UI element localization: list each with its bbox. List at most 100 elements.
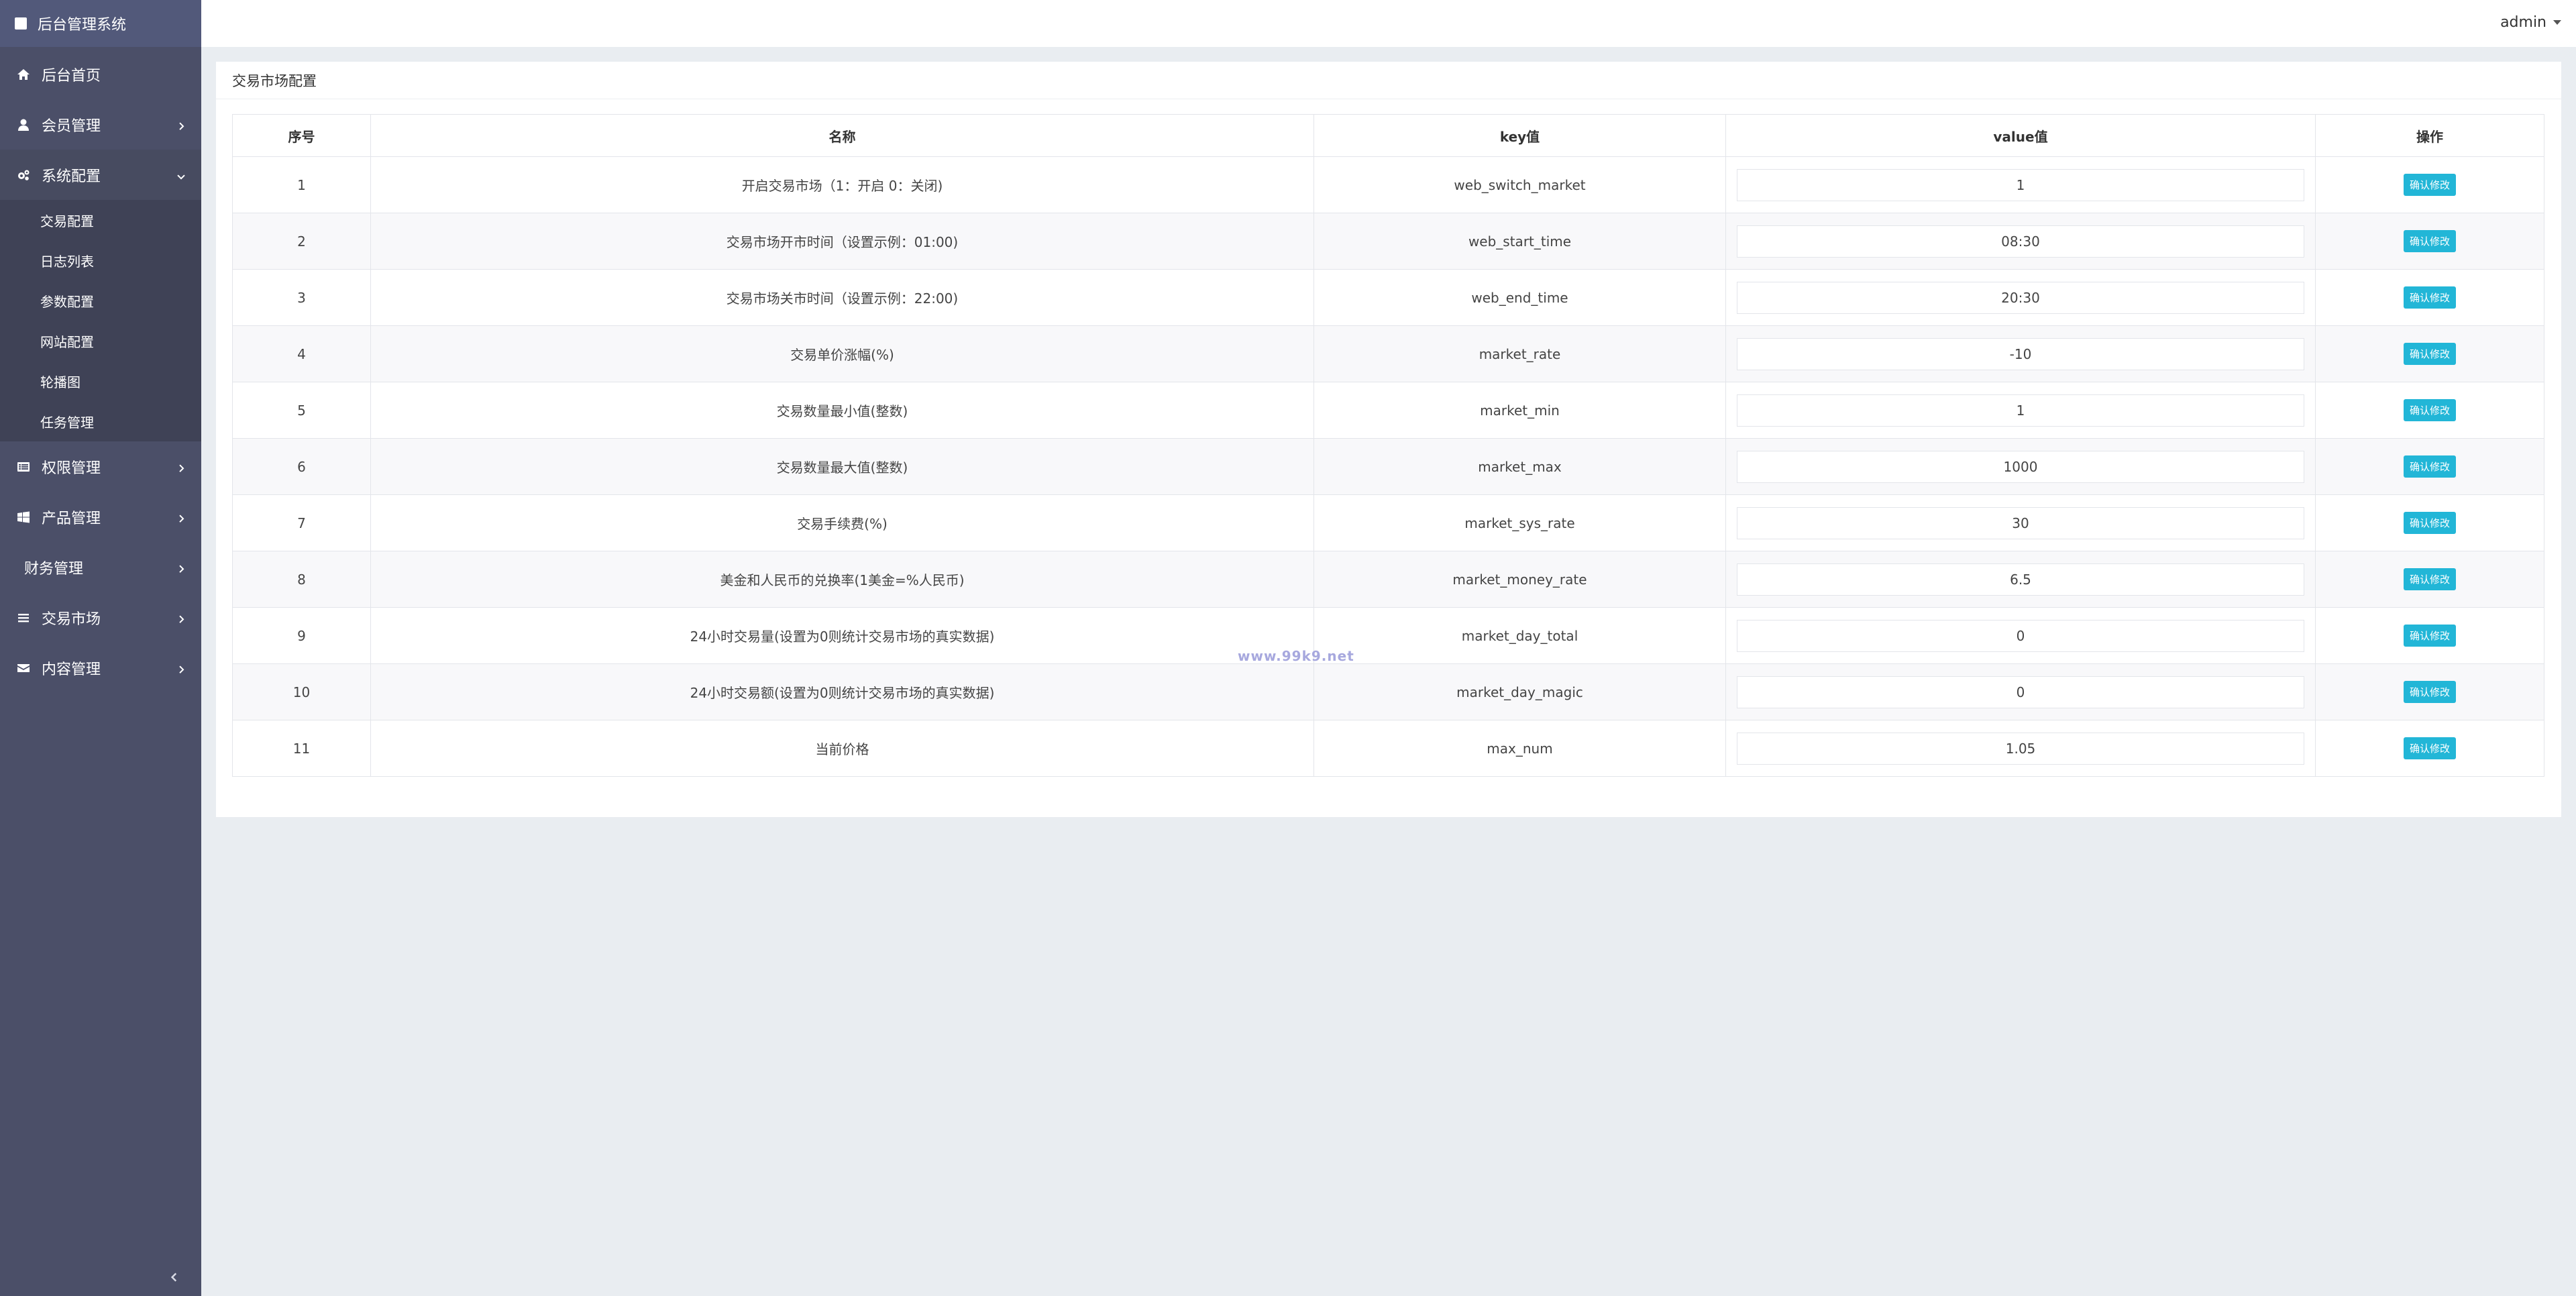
brand[interactable]: 后台管理系统 (0, 0, 201, 47)
submenu-item-log-list[interactable]: 日志列表 (0, 240, 201, 280)
sidebar-item-home[interactable]: 后台首页 (0, 49, 201, 99)
value-input[interactable] (1737, 168, 2304, 201)
cell-key: web_start_time (1313, 213, 1726, 270)
value-input[interactable] (1737, 281, 2304, 314)
confirm-edit-button[interactable]: 确认修改 (2403, 568, 2456, 590)
submenu-system-config: 交易配置 日志列表 参数配置 网站配置 轮播图 任务管理 (0, 200, 201, 441)
sidebar-item-permissions[interactable]: 权限管理 (0, 441, 201, 492)
column-header-value: value值 (1725, 114, 2316, 157)
logo-square-icon (15, 17, 27, 30)
home-icon (16, 67, 31, 82)
cell-no: 10 (232, 663, 371, 720)
cell-action: 确认修改 (2315, 551, 2544, 608)
username: admin (2500, 13, 2546, 31)
confirm-edit-button[interactable]: 确认修改 (2403, 174, 2456, 196)
user-icon (16, 117, 31, 132)
cell-name: 交易单价涨幅(%) (370, 325, 1314, 382)
confirm-edit-button[interactable]: 确认修改 (2403, 230, 2456, 252)
sidebar-item-products[interactable]: 产品管理 (0, 492, 201, 542)
confirm-edit-button[interactable]: 确认修改 (2403, 286, 2456, 309)
confirm-edit-button[interactable]: 确认修改 (2403, 737, 2456, 759)
value-input[interactable] (1737, 506, 2304, 539)
sidebar-item-label: 后台首页 (42, 67, 101, 85)
cell-key: market_day_magic (1313, 663, 1726, 720)
confirm-edit-button[interactable]: 确认修改 (2403, 399, 2456, 421)
cell-action: 确认修改 (2315, 494, 2544, 551)
chevron-right-icon (176, 612, 186, 623)
confirm-edit-button[interactable]: 确认修改 (2403, 455, 2456, 478)
sidebar-item-label: 产品管理 (42, 510, 101, 527)
cell-no: 8 (232, 551, 371, 608)
column-header-no: 序号 (232, 114, 371, 157)
table-row: 6 交易数量最大值(整数) market_max 确认修改 (232, 438, 2544, 495)
user-menu[interactable]: admin (2500, 0, 2561, 44)
table-row: 10 24小时交易额(设置为0则统计交易市场的真实数据) market_day_… (232, 663, 2544, 720)
cell-key: market_min (1313, 382, 1726, 439)
cell-value (1725, 382, 2316, 439)
chevron-right-icon (176, 461, 186, 472)
submenu-item-param-config[interactable]: 参数配置 (0, 280, 201, 321)
topbar: admin (201, 0, 2576, 47)
submenu-item-tasks[interactable]: 任务管理 (0, 401, 201, 441)
submenu-item-carousel[interactable]: 轮播图 (0, 361, 201, 401)
sidebar-item-label: 会员管理 (42, 117, 101, 135)
table-header-row: 序号 名称 key值 value值 操作 (232, 114, 2544, 157)
submenu-item-trade-config[interactable]: 交易配置 (0, 200, 201, 240)
cell-name: 24小时交易额(设置为0则统计交易市场的真实数据) (370, 663, 1314, 720)
value-input[interactable] (1737, 450, 2304, 483)
cell-no: 9 (232, 607, 371, 664)
table-row: 4 交易单价涨幅(%) market_rate 确认修改 (232, 325, 2544, 382)
cell-key: market_max (1313, 438, 1726, 495)
sidebar-item-content[interactable]: 内容管理 (0, 643, 201, 693)
confirm-edit-button[interactable]: 确认修改 (2403, 681, 2456, 703)
sidebar-item-label: 内容管理 (42, 661, 101, 678)
value-input[interactable] (1737, 337, 2304, 370)
confirm-edit-button[interactable]: 确认修改 (2403, 343, 2456, 365)
cell-name: 美金和人民币的兑换率(1美金=%人民币) (370, 551, 1314, 608)
chevron-right-icon (176, 662, 186, 673)
table-row: 5 交易数量最小值(整数) market_min 确认修改 (232, 382, 2544, 439)
cell-action: 确认修改 (2315, 269, 2544, 326)
list-icon (16, 610, 31, 625)
sidebar-item-system-config[interactable]: 系统配置 (0, 150, 201, 200)
sidebar-item-trade-market[interactable]: 交易市场 (0, 592, 201, 643)
cell-no: 3 (232, 269, 371, 326)
cell-no: 7 (232, 494, 371, 551)
value-input[interactable] (1737, 619, 2304, 652)
value-input[interactable] (1737, 225, 2304, 258)
cell-value (1725, 269, 2316, 326)
collapse-sidebar-button[interactable] (166, 1269, 182, 1285)
confirm-edit-button[interactable]: 确认修改 (2403, 512, 2456, 534)
confirm-edit-button[interactable]: 确认修改 (2403, 625, 2456, 647)
cell-value (1725, 494, 2316, 551)
table-row: 8 美金和人民币的兑换率(1美金=%人民币) market_money_rate… (232, 551, 2544, 608)
panel-title: 交易市场配置 (216, 62, 2561, 99)
sidebar: 后台管理系统 后台首页 会员管理 系统配置 交易配置 日志列表 参数配置 网站配… (0, 0, 201, 1296)
sidebar-item-members[interactable]: 会员管理 (0, 99, 201, 150)
cell-action: 确认修改 (2315, 720, 2544, 777)
value-input[interactable] (1737, 676, 2304, 708)
caret-down-icon (2553, 19, 2561, 25)
value-input[interactable] (1737, 563, 2304, 596)
column-header-name: 名称 (370, 114, 1314, 157)
chevron-right-icon (176, 119, 186, 130)
cell-action: 确认修改 (2315, 325, 2544, 382)
cell-name: 交易市场关市时间（设置示例：22:00) (370, 269, 1314, 326)
cell-action: 确认修改 (2315, 663, 2544, 720)
cell-name: 交易市场开市时间（设置示例：01:00) (370, 213, 1314, 270)
sidebar-item-finance[interactable]: 财务管理 (0, 542, 201, 592)
value-input[interactable] (1737, 732, 2304, 765)
cell-action: 确认修改 (2315, 156, 2544, 213)
list-box-icon (16, 460, 31, 474)
envelope-icon (16, 661, 31, 676)
cell-key: web_end_time (1313, 269, 1726, 326)
cell-name: 当前价格 (370, 720, 1314, 777)
windows-icon (16, 510, 31, 525)
cell-key: market_sys_rate (1313, 494, 1726, 551)
cell-action: 确认修改 (2315, 438, 2544, 495)
cell-no: 5 (232, 382, 371, 439)
cell-key: market_day_total (1313, 607, 1726, 664)
value-input[interactable] (1737, 394, 2304, 427)
cell-key: web_switch_market (1313, 156, 1726, 213)
submenu-item-site-config[interactable]: 网站配置 (0, 321, 201, 361)
